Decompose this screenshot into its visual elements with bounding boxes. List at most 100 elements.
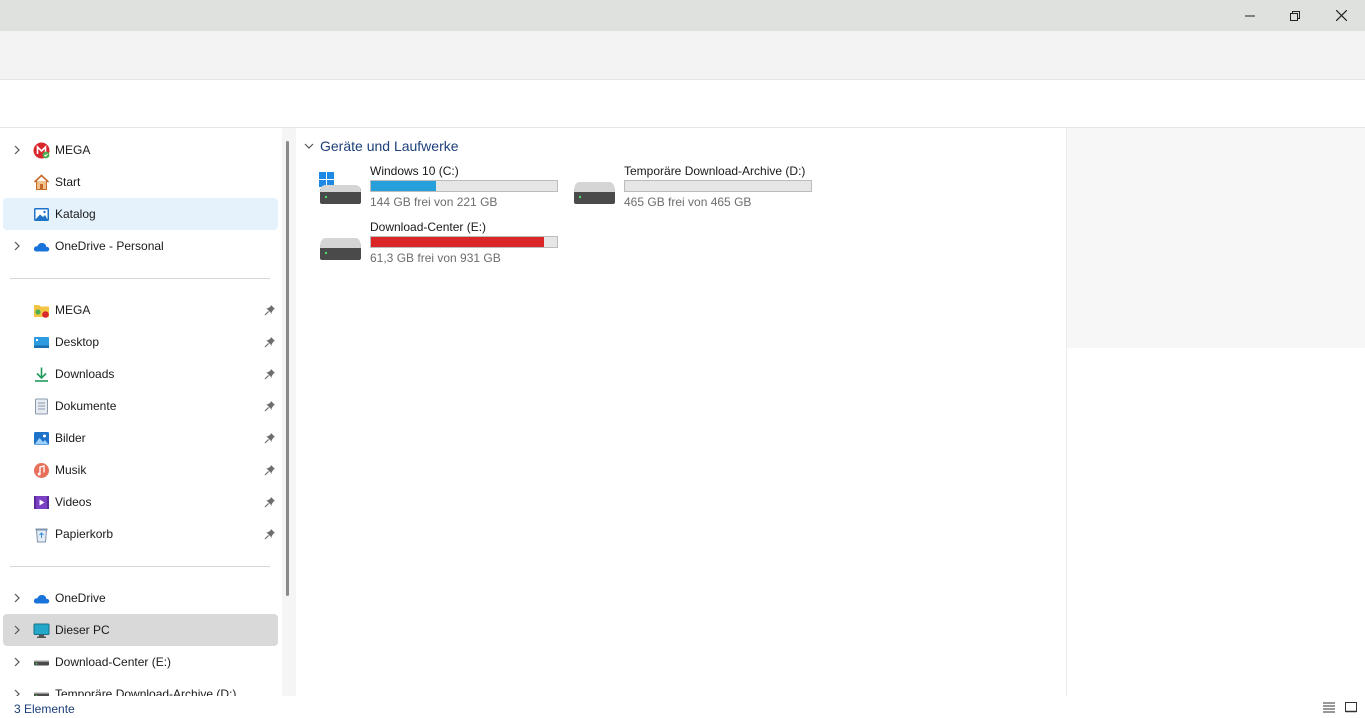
drive-icon [320, 238, 361, 260]
pin-icon[interactable] [264, 496, 276, 508]
pin-icon[interactable] [264, 464, 276, 476]
sidebar-item-label: Bilder [55, 431, 86, 445]
sidebar-item-label: Download-Center (E:) [55, 655, 172, 669]
sidebar-item-mega[interactable]: MEGA [3, 134, 278, 166]
drive-name: Temporäre Download-Archive (D:) [624, 164, 806, 178]
close-button[interactable] [1318, 0, 1364, 31]
sidebar-item-musik[interactable]: Musik [3, 454, 278, 486]
sidebar-item-label: Dokumente [55, 399, 117, 413]
preview-pane [1066, 128, 1365, 348]
drive-free-space: 465 GB frei von 465 GB [624, 195, 752, 209]
sidebar-item-downloads[interactable]: Downloads [3, 358, 278, 390]
drive-usage-bar [370, 236, 558, 248]
pin-icon[interactable] [264, 432, 276, 444]
desktop-icon [34, 337, 49, 348]
drive-tile-c[interactable]: Windows 10 (C:) 144 GB frei von 221 GB [316, 164, 566, 214]
pin-icon[interactable] [264, 368, 276, 380]
close-icon [1335, 10, 1347, 21]
navigation-pane: MEGA Start Katalog OneDrive - Personal M… [0, 128, 282, 696]
sidebar-item-label: OneDrive [55, 591, 106, 605]
sidebar-item-dieser-pc[interactable]: Dieser PC [3, 614, 278, 646]
sidebar-item-label: Desktop [55, 335, 100, 349]
sidebar-scrollbar[interactable] [282, 128, 296, 696]
monitor-icon [33, 623, 50, 638]
group-title: Geräte und Laufwerke [320, 138, 459, 154]
cloud-icon [33, 594, 50, 604]
chevron-right-icon[interactable] [12, 625, 22, 635]
title-bar [0, 0, 1365, 31]
sidebar-item-temporare-archive[interactable]: Temporäre Download-Archive (D:) [3, 678, 278, 696]
sidebar-item-label: MEGA [55, 303, 91, 317]
sidebar-divider [10, 278, 270, 279]
chevron-right-icon[interactable] [12, 593, 22, 603]
sidebar-item-label: Dieser PC [55, 623, 110, 637]
sidebar-item-desktop[interactable]: Desktop [3, 326, 278, 358]
item-count: 3 Elemente [14, 702, 75, 716]
drive-icon [574, 182, 615, 204]
minimize-icon [1245, 15, 1255, 16]
sidebar-divider [10, 566, 270, 567]
sidebar-item-onedrive[interactable]: OneDrive [3, 582, 278, 614]
sidebar-item-label: MEGA [55, 143, 91, 157]
sidebar-item-katalog[interactable]: Katalog [3, 198, 278, 230]
pictures-icon [34, 432, 49, 445]
download-icon [35, 367, 48, 382]
restore-button[interactable] [1272, 0, 1318, 31]
pin-icon[interactable] [264, 304, 276, 316]
group-header[interactable]: Geräte und Laufwerke [304, 138, 459, 154]
drive-icon [34, 692, 49, 696]
sidebar-item-label: Temporäre Download-Archive (D:) [55, 687, 237, 696]
chevron-right-icon[interactable] [12, 241, 22, 251]
chevron-right-icon[interactable] [12, 145, 22, 155]
drive-icon [34, 660, 49, 666]
mega-folder-icon [34, 305, 49, 318]
sidebar-item-label: Musik [55, 463, 87, 477]
mega-icon [33, 142, 50, 159]
sidebar-item-videos[interactable]: Videos [3, 486, 278, 518]
drive-free-space: 144 GB frei von 221 GB [370, 195, 498, 209]
drive-usage-fill [371, 181, 437, 191]
drive-usage-fill [371, 237, 544, 247]
sidebar-item-label: Katalog [55, 207, 96, 221]
sidebar-item-onedrive-personal[interactable]: OneDrive - Personal [3, 230, 278, 262]
gallery-icon [34, 208, 49, 221]
drive-usage-bar [624, 180, 812, 192]
home-icon [33, 174, 50, 190]
drive-tile-e[interactable]: Download-Center (E:) 61,3 GB frei von 93… [316, 220, 566, 270]
pin-icon[interactable] [264, 528, 276, 540]
drive-usage-bar [370, 180, 558, 192]
sidebar-item-label: Downloads [55, 367, 115, 381]
command-bar [0, 31, 1365, 80]
sidebar-item-download-center[interactable]: Download-Center (E:) [3, 646, 278, 678]
sidebar-item-dokumente[interactable]: Dokumente [3, 390, 278, 422]
address-bar-area [0, 81, 1365, 128]
chevron-right-icon[interactable] [12, 657, 22, 667]
recycle-bin-icon [35, 528, 48, 543]
file-list-area: Geräte und Laufwerke Windows 10 (C:) 144… [296, 128, 1066, 696]
windows-drive-icon [319, 172, 361, 204]
drive-free-space: 61,3 GB frei von 931 GB [370, 251, 501, 265]
pin-icon[interactable] [264, 336, 276, 348]
preview-pane-lower [1066, 348, 1365, 696]
sidebar-item-papierkorb[interactable]: Papierkorb [3, 518, 278, 550]
pin-icon[interactable] [264, 400, 276, 412]
minimize-button[interactable] [1227, 0, 1273, 31]
sidebar-item-label: OneDrive - Personal [55, 239, 164, 253]
sidebar-item-label: Papierkorb [55, 527, 114, 541]
sidebar-item-bilder[interactable]: Bilder [3, 422, 278, 454]
drive-tile-d[interactable]: Temporäre Download-Archive (D:) 465 GB f… [570, 164, 820, 214]
sidebar-item-label: Videos [55, 495, 92, 509]
cloud-icon [33, 242, 50, 252]
videos-icon [34, 496, 49, 509]
large-icons-view-icon[interactable] [1344, 700, 1358, 714]
chevron-right-icon[interactable] [12, 689, 22, 696]
sidebar-item-label: Start [55, 175, 81, 189]
details-view-icon[interactable] [1322, 700, 1336, 714]
sidebar-item-mega-pinned[interactable]: MEGA [3, 294, 278, 326]
document-icon [35, 398, 48, 415]
chevron-down-icon[interactable] [304, 141, 314, 151]
status-bar: 3 Elemente [0, 696, 1365, 718]
sidebar-scrollbar-thumb[interactable] [286, 141, 289, 596]
music-icon [34, 463, 49, 478]
sidebar-item-start[interactable]: Start [3, 166, 278, 198]
